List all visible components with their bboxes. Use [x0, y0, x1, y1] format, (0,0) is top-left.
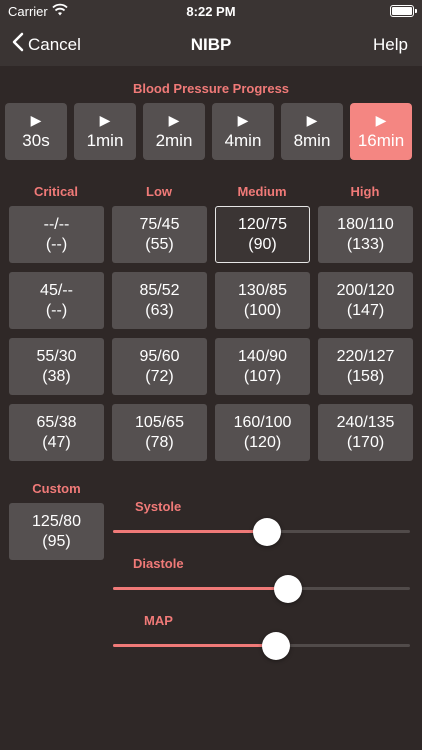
status-bar: Carrier 8:22 PM — [0, 0, 422, 24]
preset-button[interactable]: 120/75 (90) — [215, 206, 310, 263]
category-high: High — [350, 184, 380, 199]
preset-map-value: (107) — [243, 367, 282, 385]
page-title: NIBP — [190, 35, 232, 54]
preset-bp-value: 75/45 — [139, 215, 180, 233]
preset-button[interactable]: 85/52 (63) — [112, 272, 207, 329]
battery-icon — [390, 5, 417, 17]
map-slider[interactable] — [113, 632, 410, 660]
systole-slider[interactable] — [113, 518, 410, 546]
progress-button-1min[interactable]: ▶ 1min — [74, 103, 136, 160]
clock: 8:22 PM — [186, 4, 236, 19]
preset-button[interactable]: 180/110 (133) — [318, 206, 413, 263]
progress-button-4min[interactable]: ▶ 4min — [212, 103, 274, 160]
map-slider-fill — [113, 644, 276, 647]
map-slider-thumb[interactable] — [262, 632, 290, 660]
progress-button-label: 16min — [357, 130, 405, 150]
preset-bp-value: 120/75 — [238, 215, 287, 233]
preset-bp-value: 105/65 — [135, 413, 184, 431]
preset-map-value: (147) — [346, 301, 385, 319]
preset-map-value: (170) — [346, 433, 385, 451]
preset-map-value: (47) — [42, 433, 71, 451]
preset-button[interactable]: 95/60 (72) — [112, 338, 207, 395]
preset-bp-value: 130/85 — [238, 281, 287, 299]
preset-bp-value: 240/135 — [336, 413, 395, 431]
preset-button[interactable]: 55/30 (38) — [9, 338, 104, 395]
preset-bp-value: 220/127 — [336, 347, 395, 365]
systole-label: Systole — [135, 499, 182, 514]
preset-button[interactable]: 200/120 (147) — [318, 272, 413, 329]
play-icon: ▶ — [375, 111, 387, 128]
play-icon: ▶ — [237, 111, 249, 128]
preset-button[interactable]: 105/65 (78) — [112, 404, 207, 461]
preset-button[interactable]: --/-- (--) — [9, 206, 104, 263]
play-icon: ▶ — [30, 111, 42, 128]
custom-preset-button[interactable]: 125/80 (95) — [9, 503, 104, 560]
progress-button-30s[interactable]: ▶ 30s — [5, 103, 67, 160]
progress-button-label: 8min — [293, 130, 331, 150]
custom-bp-value: 125/80 — [32, 512, 81, 530]
diastole-label: Diastole — [133, 556, 184, 571]
preset-bp-value: --/-- — [43, 215, 70, 233]
category-medium: Medium — [237, 184, 287, 199]
progress-button-label: 4min — [224, 130, 262, 150]
preset-map-value: (90) — [248, 235, 277, 253]
preset-bp-value: 140/90 — [238, 347, 287, 365]
help-button[interactable]: Help — [373, 35, 408, 55]
progress-title: Blood Pressure Progress — [132, 81, 290, 96]
progress-button-2min[interactable]: ▶ 2min — [143, 103, 205, 160]
play-icon: ▶ — [306, 111, 318, 128]
preset-bp-value: 160/100 — [233, 413, 292, 431]
map-label: MAP — [144, 613, 173, 628]
preset-map-value: (55) — [145, 235, 174, 253]
preset-map-value: (63) — [145, 301, 174, 319]
diastole-slider-fill — [113, 587, 288, 590]
progress-button-8min[interactable]: ▶ 8min — [281, 103, 343, 160]
preset-button[interactable]: 240/135 (170) — [318, 404, 413, 461]
play-icon: ▶ — [99, 111, 111, 128]
progress-button-16min[interactable]: ▶ 16min — [350, 103, 412, 160]
preset-map-value: (158) — [346, 367, 385, 385]
preset-map-value: (38) — [42, 367, 71, 385]
preset-map-value: (--) — [45, 301, 68, 319]
preset-button[interactable]: 160/100 (120) — [215, 404, 310, 461]
progress-button-label: 30s — [22, 130, 50, 150]
progress-button-label: 2min — [155, 130, 193, 150]
preset-map-value: (78) — [145, 433, 174, 451]
preset-bp-value: 200/120 — [336, 281, 395, 299]
preset-button[interactable]: 45/-- (--) — [9, 272, 104, 329]
systole-slider-fill — [113, 530, 267, 533]
play-icon: ▶ — [168, 111, 180, 128]
preset-map-value: (133) — [346, 235, 385, 253]
preset-button[interactable]: 220/127 (158) — [318, 338, 413, 395]
progress-buttons: ▶ 30s ▶ 1min ▶ 2min ▶ 4min ▶ 8min ▶ 16min — [5, 103, 412, 160]
preset-bp-value: 180/110 — [337, 215, 394, 233]
preset-map-value: (72) — [145, 367, 174, 385]
preset-button[interactable]: 130/85 (100) — [215, 272, 310, 329]
diastole-slider-thumb[interactable] — [274, 575, 302, 603]
preset-map-value: (120) — [243, 433, 282, 451]
preset-bp-value: 85/52 — [139, 281, 180, 299]
preset-map-value: (100) — [243, 301, 282, 319]
custom-label: Custom — [32, 481, 81, 496]
preset-grid: --/-- (--) 75/45 (55) 120/75 (90) 180/110 (133)… — [9, 206, 413, 461]
preset-button[interactable]: 140/90 (107) — [215, 338, 310, 395]
diastole-slider[interactable] — [113, 575, 410, 603]
preset-button[interactable]: 65/38 (47) — [9, 404, 104, 461]
systole-slider-thumb[interactable] — [253, 518, 281, 546]
preset-bp-value: 45/-- — [40, 281, 73, 299]
preset-bp-value: 95/60 — [139, 347, 180, 365]
preset-bp-value: 65/38 — [36, 413, 77, 431]
preset-bp-value: 55/30 — [36, 347, 77, 365]
progress-button-label: 1min — [86, 130, 124, 150]
category-critical: Critical — [33, 184, 79, 199]
custom-map-value: (95) — [42, 532, 71, 550]
category-low: Low — [146, 184, 172, 199]
navigation-bar: Cancel NIBP Help — [0, 24, 422, 66]
preset-button[interactable]: 75/45 (55) — [112, 206, 207, 263]
preset-map-value: (--) — [45, 235, 68, 253]
